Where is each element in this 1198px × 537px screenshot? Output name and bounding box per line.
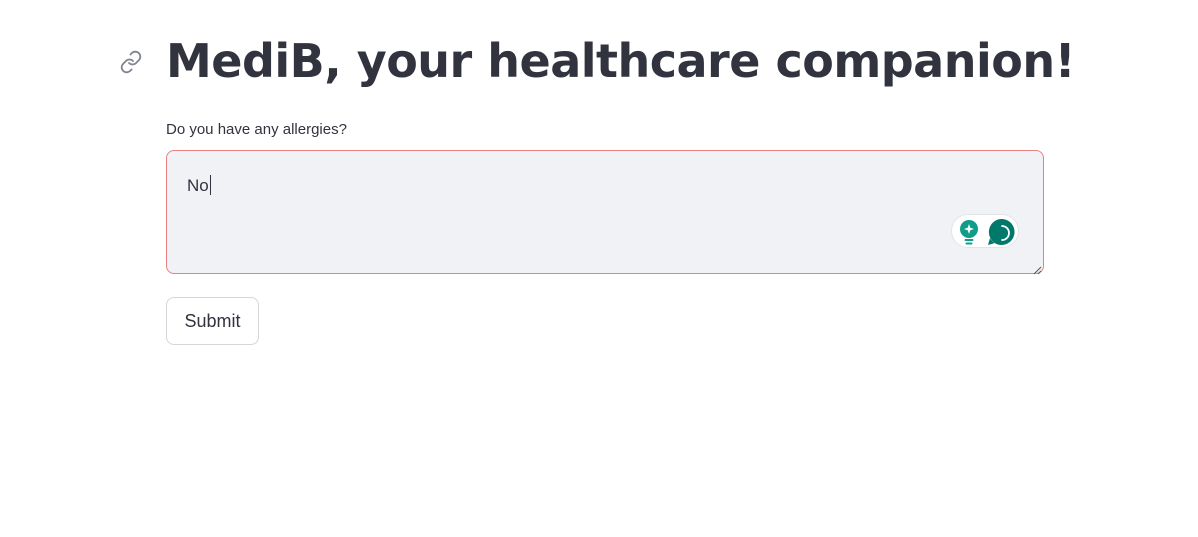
chat-bubble-icon[interactable] — [986, 217, 1016, 247]
textarea-value[interactable]: No — [187, 175, 211, 197]
allergies-textarea[interactable]: No — [166, 150, 1044, 275]
lightbulb-icon[interactable] — [958, 219, 980, 245]
allergies-question-label: Do you have any allergies? — [166, 121, 347, 138]
submit-button[interactable]: Submit — [166, 297, 259, 345]
page-title: MediB, your healthcare companion! — [166, 34, 1076, 88]
page: MediB, your healthcare companion! Do you… — [0, 0, 1198, 537]
writing-assistant-widget[interactable] — [951, 214, 1019, 248]
answer-text: No — [187, 176, 209, 195]
resize-handle-icon[interactable] — [1032, 262, 1042, 275]
link-icon[interactable] — [119, 50, 143, 74]
text-caret — [209, 175, 211, 195]
